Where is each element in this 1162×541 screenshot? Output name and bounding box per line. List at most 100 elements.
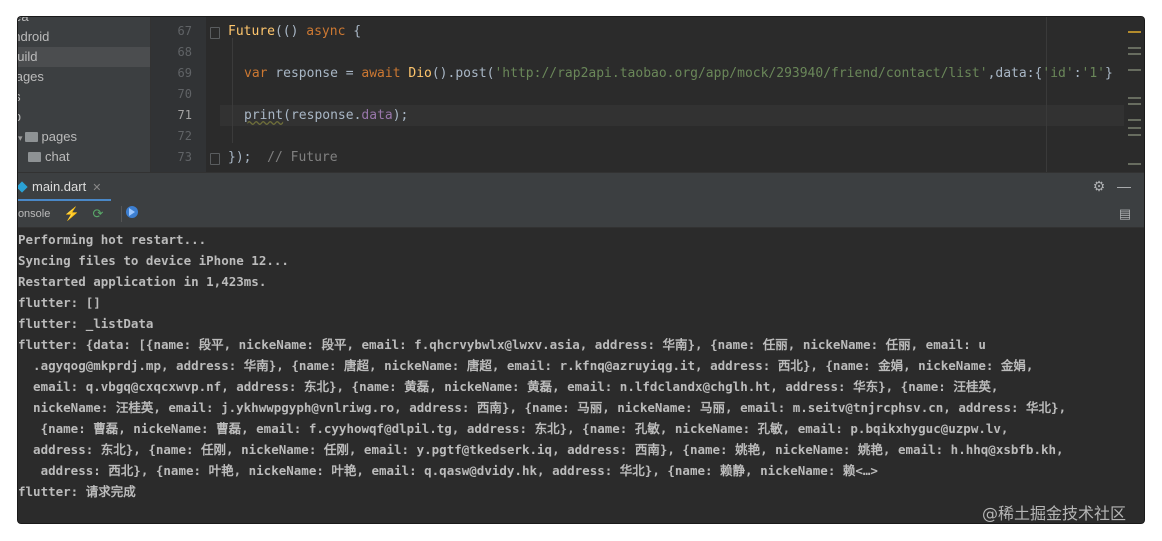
tree-item-label: idea [18, 17, 29, 24]
console-line: Performing hot restart... [18, 232, 207, 247]
watermark: @稀土掘金技术社区 [982, 504, 1127, 523]
token-keyword: var [244, 66, 268, 81]
console-line: Restarted application in 1,423ms. [18, 274, 267, 289]
marker[interactable] [1128, 53, 1141, 55]
tree-item-label: android [18, 29, 50, 44]
console-toolbar: Console ⚡ ⟳ ▤ [18, 201, 1144, 228]
tree-item-label: build [18, 49, 38, 64]
marker[interactable] [1128, 127, 1141, 129]
run-tool-window-header: main.dart ✕ ⚙ — [18, 172, 1144, 202]
line-number: 73 [177, 150, 192, 164]
token-punct: ().post( [431, 66, 495, 81]
marker[interactable] [1128, 69, 1141, 71]
fold-icon[interactable] [210, 27, 220, 39]
code-line-73: }); // Future [228, 147, 338, 168]
tab-main-dart[interactable]: main.dart ✕ [18, 173, 112, 201]
close-icon[interactable]: ✕ [92, 182, 101, 194]
token-identifier: response = [267, 66, 362, 81]
folder-icon [28, 151, 41, 162]
token-punct: ); [392, 108, 409, 123]
token-punct: }); [228, 150, 252, 165]
fold-icon[interactable] [210, 153, 220, 165]
devtools-icon-graphic [126, 206, 138, 218]
console-line: flutter: _listData [18, 316, 154, 331]
line-number: 67 [177, 24, 192, 38]
token-comment: // Future [251, 150, 338, 165]
lightning-icon[interactable]: ⚡ [63, 205, 81, 223]
tree-item-ios[interactable]: ios [18, 87, 21, 107]
toolbar-separator [121, 206, 122, 222]
editor-area: idea android build images ios lib ▾ pages… [18, 17, 1144, 172]
marker[interactable] [1128, 134, 1141, 136]
restart-icon[interactable]: ⟳ [89, 205, 107, 223]
line-number: 69 [177, 66, 192, 80]
token-field: data [361, 108, 393, 123]
token-keyword: await [361, 66, 401, 81]
code-editor[interactable]: Future(() async { var response = await D… [220, 17, 1124, 172]
devtools-icon[interactable] [123, 205, 141, 223]
warning-marker[interactable] [1128, 31, 1141, 33]
console-line: address: 西北}, {name: 叶艳, nickeName: 叶艳, … [18, 463, 878, 478]
tree-item-images[interactable]: images [18, 67, 44, 87]
error-stripe[interactable] [1124, 17, 1144, 172]
console-line: flutter: {data: [{name: 段平, nickeName: 段… [18, 337, 986, 352]
tree-item-label: chat [45, 149, 70, 164]
console-line: flutter: 请求完成 [18, 484, 136, 499]
token-punct: } [1105, 66, 1113, 81]
code-line-71: print(response.data); [244, 105, 408, 126]
console-line: flutter: [] [18, 295, 101, 310]
token-string: 'http://rap2api.taobao.org/app/mock/2939… [494, 66, 988, 81]
token-function: print [244, 108, 284, 123]
token-punct: : [1073, 66, 1082, 81]
line-number: 68 [177, 45, 192, 59]
code-line-67: Future(() async { [228, 21, 361, 42]
minimize-icon[interactable]: — [1115, 177, 1133, 195]
line-number-current: 71 [177, 108, 192, 122]
tree-item-label: ios [18, 89, 21, 104]
ide-window: idea android build images ios lib ▾ pages… [18, 17, 1144, 523]
console-line: email: q.vbgq@cxqcxwvp.nf, address: 东北},… [18, 379, 999, 394]
console-output[interactable]: Performing hot restart... Syncing files … [18, 228, 1144, 523]
console-line: .agyqog@mkprdj.mp, address: 华南}, {name: … [18, 358, 1034, 373]
token-punct: { [345, 24, 362, 39]
console-line: {name: 曹磊, nickeName: 曹磊, email: f.cyyho… [18, 421, 1009, 436]
tree-item-android[interactable]: android [18, 27, 49, 47]
tree-item-lib[interactable]: lib [18, 107, 21, 127]
project-tree: idea android build images ios lib ▾ pages… [18, 17, 151, 172]
token-punct: (() [274, 24, 307, 39]
tree-item-chat[interactable]: chat [28, 147, 70, 167]
token-function: Future [228, 24, 275, 39]
right-margin-guide [1046, 17, 1047, 172]
marker[interactable] [1128, 97, 1141, 99]
tab-label: main.dart [32, 179, 87, 194]
line-number-gutter: 67 68 69 70 71 72 73 [151, 17, 206, 172]
caret-down-icon[interactable]: ▾ [18, 128, 23, 148]
token-punct: ,data:{ [987, 66, 1043, 81]
token-string: '1' [1081, 66, 1105, 81]
folder-icon [24, 131, 38, 142]
code-line-69: var response = await Dio().post('http://… [244, 63, 1113, 84]
marker[interactable] [1128, 47, 1141, 49]
tree-item-pages[interactable]: ▾ pages [18, 127, 77, 147]
line-number: 72 [177, 129, 192, 143]
console-line: Syncing files to device iPhone 12... [18, 253, 289, 268]
marker[interactable] [1128, 163, 1141, 165]
token-function: Dio [408, 66, 432, 81]
line-number: 70 [177, 87, 192, 101]
layout-icon[interactable]: ▤ [1116, 205, 1134, 223]
token-keyword: async [306, 24, 346, 39]
token-string: 'id' [1042, 66, 1074, 81]
tree-item-label: lib [18, 109, 21, 124]
console-line: nickeName: 汪桂英, email: j.ykhwwpgyph@vnlr… [18, 400, 1067, 415]
marker[interactable] [1128, 103, 1141, 105]
token-punct: (response. [283, 108, 362, 123]
tree-item-idea[interactable]: idea [18, 17, 29, 27]
console-line: address: 东北}, {name: 任刚, nickeName: 任刚, … [18, 442, 1064, 457]
console-tab[interactable]: Console [18, 201, 50, 227]
gear-icon[interactable]: ⚙ [1090, 177, 1108, 195]
tree-item-build[interactable]: build [18, 47, 150, 67]
tree-item-label: pages [41, 129, 77, 144]
dart-file-icon [18, 181, 28, 193]
marker[interactable] [1128, 119, 1141, 121]
indent-guide [232, 38, 233, 143]
